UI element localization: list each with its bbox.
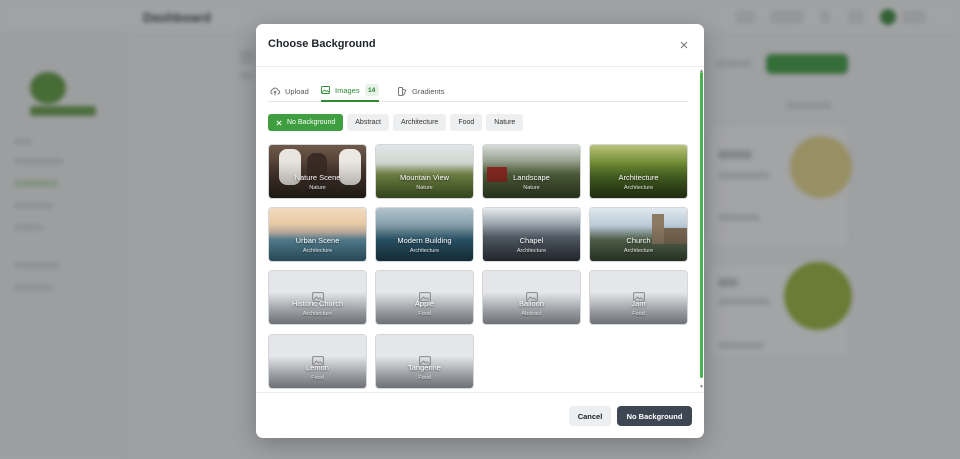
tab-gradients[interactable]: Gradients <box>398 80 445 102</box>
tab-gradients-label: Gradients <box>412 86 445 96</box>
filter-label: Abstract <box>355 119 381 126</box>
image-category: Food <box>311 375 324 381</box>
image-tile[interactable]: Architecture Architecture <box>589 144 688 199</box>
cancel-button[interactable]: Cancel <box>569 406 611 426</box>
upload-icon <box>270 87 280 95</box>
image-name: Architecture <box>618 173 659 182</box>
image-name: Landscape <box>513 173 550 182</box>
image-tile[interactable]: Jam Food <box>589 270 688 325</box>
filter-label: No Background <box>287 119 336 126</box>
choose-background-dialog: Choose Background Upload Images 14 Gradi… <box>256 24 704 438</box>
category-filters: No Background Abstract Architecture Food… <box>268 114 524 131</box>
image-name: Church <box>626 236 651 245</box>
dialog-body: Upload Images 14 Gradients No Background… <box>256 68 704 391</box>
close-icon <box>680 41 688 49</box>
no-background-button[interactable]: No Background <box>617 406 692 426</box>
image-name: Modern Building <box>397 236 452 245</box>
filter-architecture[interactable]: Architecture <box>392 114 447 131</box>
image-icon <box>321 86 330 94</box>
image-category: Architecture <box>302 248 333 254</box>
filter-abstract[interactable]: Abstract <box>347 114 389 131</box>
filter-nature[interactable]: Nature <box>486 114 524 131</box>
tab-upload[interactable]: Upload <box>270 80 309 102</box>
gradient-icon <box>398 86 407 96</box>
filter-no-background[interactable]: No Background <box>268 114 344 131</box>
dialog-scrollbar[interactable] <box>700 72 703 378</box>
image-tile[interactable]: Landscape Nature <box>482 144 581 199</box>
image-category: Abstract <box>521 311 542 317</box>
filter-label: Food <box>458 119 475 126</box>
image-category: Nature <box>416 185 433 191</box>
image-category: Nature <box>309 185 326 191</box>
image-name: Nature Scene <box>294 173 341 182</box>
image-name: Apple <box>414 299 435 308</box>
close-icon <box>276 119 282 126</box>
image-tile[interactable]: Chapel Architecture <box>482 207 581 262</box>
images-count-badge: 14 <box>364 84 379 96</box>
image-tile[interactable]: Lemon Food <box>268 334 367 389</box>
filter-food[interactable]: Food <box>450 114 483 131</box>
filter-label: Nature <box>494 119 516 126</box>
image-tile[interactable]: Tangerine Food <box>375 334 474 389</box>
image-tile[interactable]: Historic Church Architecture <box>268 270 367 325</box>
tab-upload-label: Upload <box>285 86 309 96</box>
dialog-title: Choose Background <box>268 38 376 50</box>
tab-images[interactable]: Images 14 <box>321 80 379 102</box>
image-tile[interactable]: Apple Food <box>375 270 474 325</box>
image-name: Urban Scene <box>295 236 340 245</box>
image-tile[interactable]: Balloon Abstract <box>482 270 581 325</box>
image-category: Architecture <box>516 248 547 254</box>
dialog-footer: Cancel No Background <box>256 392 704 438</box>
image-tile[interactable]: Church Architecture <box>589 207 688 262</box>
dialog-header: Choose Background <box>256 24 704 67</box>
image-name: Lemon <box>306 363 329 372</box>
image-tile[interactable]: Nature Scene Nature <box>268 144 367 199</box>
image-name: Balloon <box>518 299 545 308</box>
image-category: Architecture <box>623 248 654 254</box>
image-category: Architecture <box>623 185 654 191</box>
scroll-down-arrow[interactable]: ▼ <box>699 384 704 390</box>
image-tile[interactable]: Urban Scene Architecture <box>268 207 367 262</box>
image-category: Architecture <box>302 311 333 317</box>
image-name: Historic Church <box>291 299 344 308</box>
image-category: Nature <box>523 185 540 191</box>
image-tile[interactable]: Mountain View Nature <box>375 144 474 199</box>
image-category: Food <box>418 375 431 381</box>
close-button[interactable] <box>676 37 692 53</box>
image-name: Jam <box>631 299 646 308</box>
image-name: Tangerine <box>408 363 441 372</box>
image-name: Chapel <box>519 236 544 245</box>
image-category: Food <box>418 311 431 317</box>
image-name: Mountain View <box>399 173 450 182</box>
filter-label: Architecture <box>400 119 439 126</box>
background-tabs: Upload Images 14 Gradients <box>268 80 688 102</box>
image-tile[interactable]: Modern Building Architecture <box>375 207 474 262</box>
tab-images-label: Images <box>335 85 360 95</box>
image-category: Architecture <box>409 248 440 254</box>
image-category: Food <box>632 311 645 317</box>
